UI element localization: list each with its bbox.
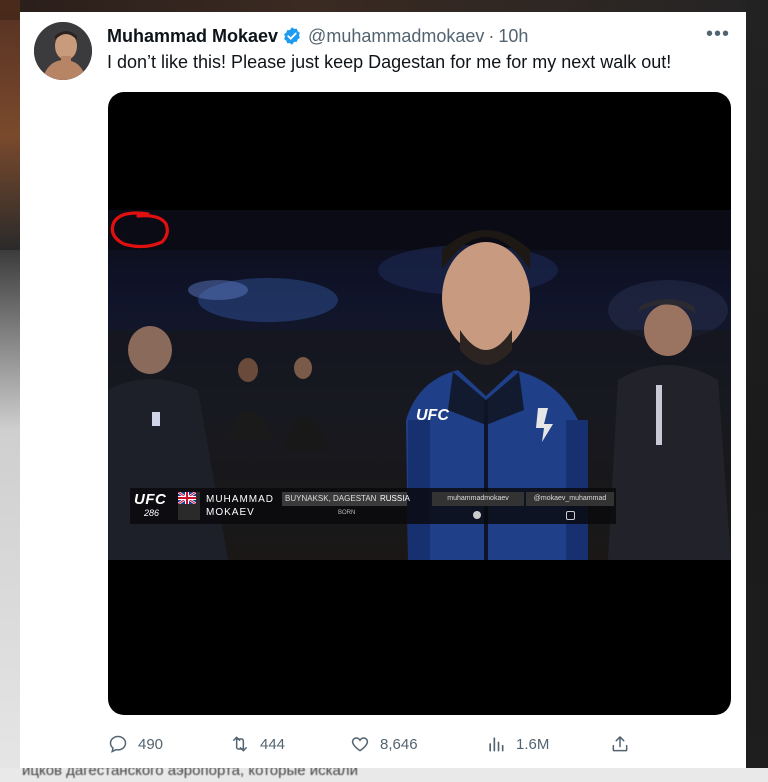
overlay-last-name: MOKAEV <box>206 507 255 518</box>
background-right-strip <box>746 0 768 782</box>
rank-box: 12 <box>178 492 200 520</box>
timestamp[interactable]: 10h <box>498 26 528 47</box>
like-count: 8,646 <box>380 735 418 753</box>
views-button[interactable]: 1.6M <box>486 730 549 758</box>
reply-icon <box>109 735 127 753</box>
share-button[interactable] <box>610 730 640 758</box>
overlay-event-number: 286 <box>144 508 160 518</box>
tweet-media[interactable]: UFC UFC 286 12 <box>108 92 731 715</box>
avatar[interactable] <box>34 22 92 80</box>
retweet-icon <box>233 736 247 752</box>
share-icon <box>612 736 628 752</box>
overlay-country: RUSSIA <box>380 494 410 503</box>
background-bottom-strip: ицков дагестанского аэропорта, которые и… <box>0 768 768 782</box>
views-chart-icon <box>489 737 504 752</box>
heart-icon <box>351 737 369 752</box>
overlay-instagram-handle: @mokaev_muhammad <box>526 492 614 506</box>
retweet-button[interactable]: 444 <box>230 730 285 758</box>
tweet-actions: 490 444 8,646 1.6M <box>108 730 648 758</box>
uk-flag-icon <box>178 492 196 504</box>
verified-badge-icon <box>282 26 302 46</box>
tweet-card[interactable]: Muhammad Mokaev @muhammadmokaev · 10h ••… <box>20 12 746 768</box>
fighter-lower-third: UFC 286 12 MUHAMMAD MOKAEV <box>130 488 616 524</box>
user-handle[interactable]: @muhammadmokaev <box>308 26 484 47</box>
reply-count: 490 <box>138 735 164 753</box>
more-options-icon[interactable]: ••• <box>706 24 730 44</box>
overlay-first-name: MUHAMMAD <box>206 494 274 505</box>
instagram-icon <box>566 511 575 520</box>
background-photo <box>0 20 20 250</box>
display-name[interactable]: Muhammad Mokaev <box>107 26 278 47</box>
jacket-ufc-logo: UFC <box>416 407 449 424</box>
video-frame: UFC UFC 286 12 <box>108 210 731 560</box>
retweet-count: 444 <box>260 735 286 753</box>
like-button[interactable]: 8,646 <box>350 730 418 758</box>
views-count: 1.6M <box>516 735 550 753</box>
overlay-location-caption: BORN <box>338 510 356 516</box>
background-article-text: ицков дагестанского аэропорта, которые и… <box>22 768 359 779</box>
tweet-header: Muhammad Mokaev @muhammadmokaev · 10h <box>107 24 528 48</box>
overlay-promo: UFC <box>134 491 167 508</box>
twitter-bird-icon <box>473 511 481 519</box>
red-circle-annotation <box>110 211 169 249</box>
overlay-twitter-handle: muhammadmokaev <box>432 492 524 506</box>
separator-dot: · <box>488 25 495 46</box>
reply-button[interactable]: 490 <box>108 730 163 758</box>
tweet-text: I don’t like this! Please just keep Dage… <box>107 52 672 72</box>
